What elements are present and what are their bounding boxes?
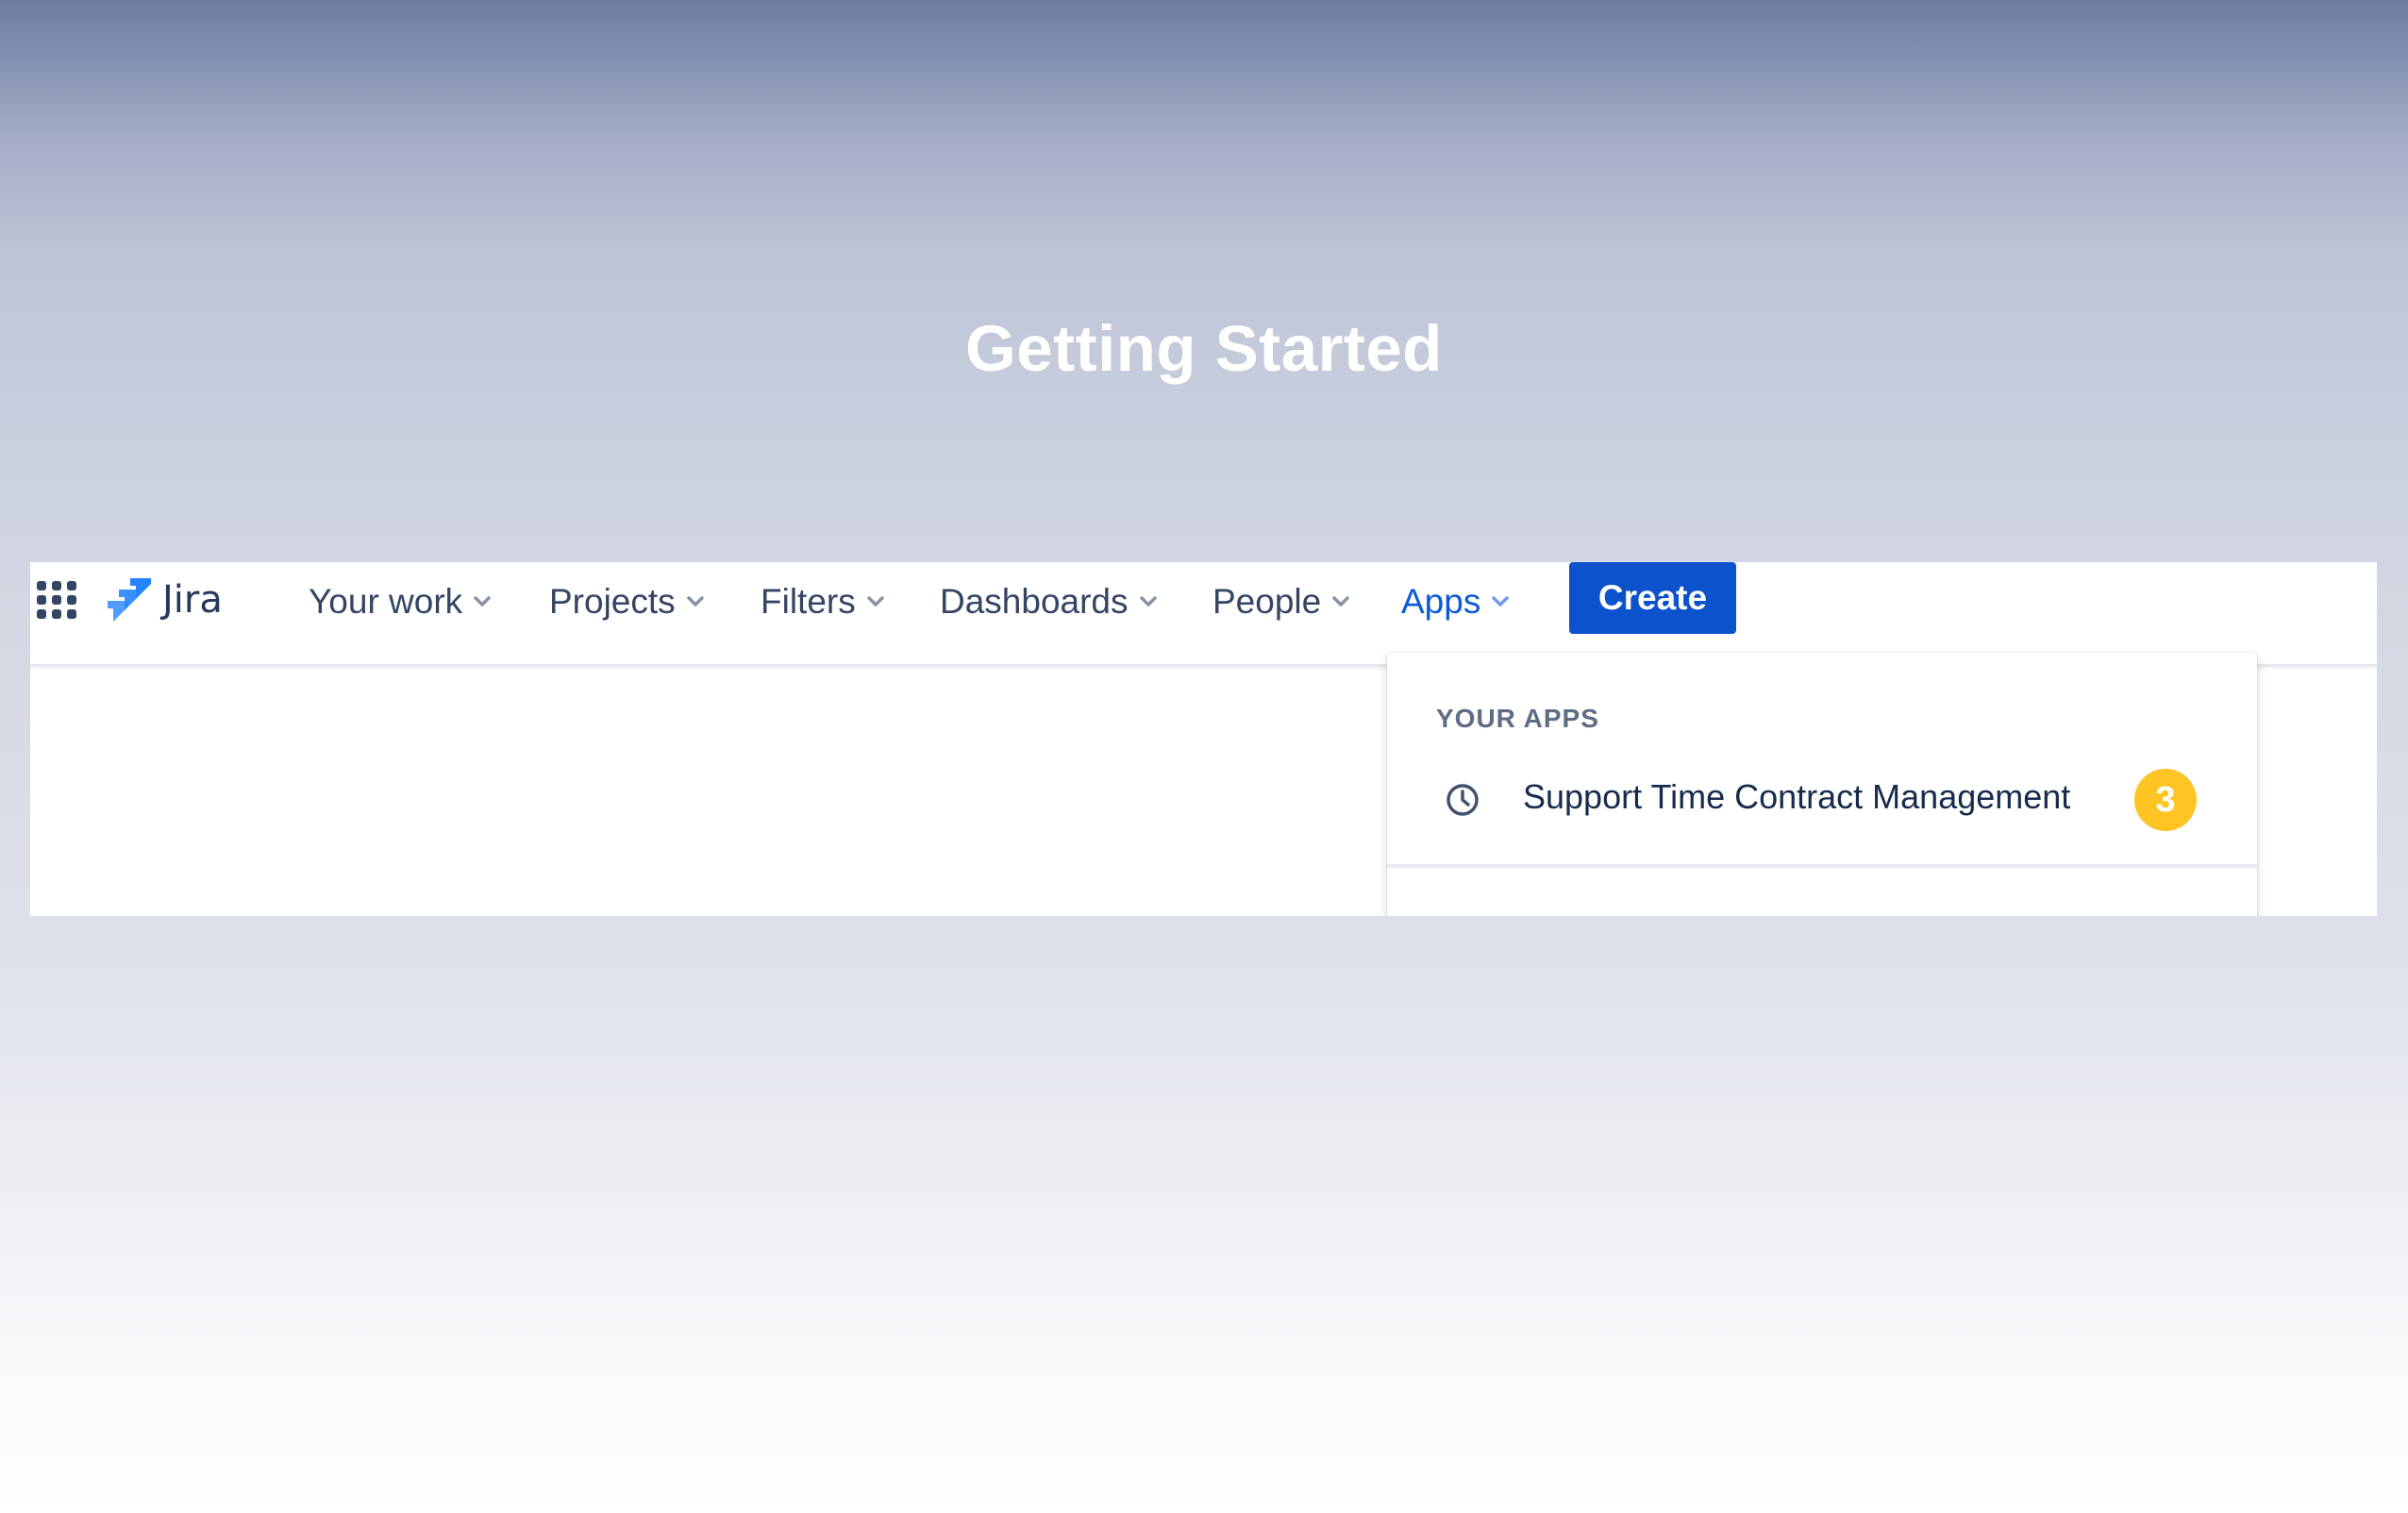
- nav-dashboards[interactable]: Dashboards: [940, 575, 1159, 628]
- logo-text: Jira: [162, 578, 223, 622]
- jira-logo[interactable]: Jira: [106, 572, 223, 628]
- nav-your-work[interactable]: Your work: [309, 575, 493, 628]
- dropdown-divider: [1387, 864, 2257, 868]
- create-button[interactable]: Create: [1569, 562, 1736, 634]
- nav-projects-label: Projects: [549, 582, 676, 621]
- chevron-down-icon: [474, 596, 491, 607]
- app-item-label: Support Time Contract Management: [1523, 777, 2071, 816]
- nav-apps-label: Apps: [1401, 582, 1481, 621]
- chevron-down-icon: [866, 596, 884, 607]
- nav-filters-label: Filters: [761, 582, 856, 621]
- app-item-support-time-contract-management[interactable]: Support Time Contract Management 3: [1387, 756, 2257, 843]
- clock-icon: [1446, 784, 1479, 816]
- chevron-down-icon: [1139, 596, 1157, 607]
- your-apps-heading: YOUR APPS: [1436, 704, 1599, 733]
- nav-your-work-label: Your work: [309, 582, 463, 621]
- app-switcher-button[interactable]: [34, 577, 79, 623]
- nav-people[interactable]: People: [1212, 575, 1351, 628]
- nav-dashboards-label: Dashboards: [940, 582, 1129, 621]
- app-grid-icon: [37, 581, 76, 619]
- notification-count-badge: 3: [2134, 769, 2197, 831]
- jira-logo-icon: [108, 578, 151, 622]
- jira-window: Jira Your work Projects Filters Dashboar…: [30, 562, 2377, 916]
- nav-filters[interactable]: Filters: [761, 575, 886, 628]
- nav-projects[interactable]: Projects: [549, 575, 706, 628]
- chevron-down-icon: [1332, 596, 1349, 607]
- chevron-down-icon: [1492, 596, 1510, 607]
- page-title: Getting Started: [965, 312, 1443, 385]
- apps-dropdown-menu: YOUR APPS Support Time Contract Manageme…: [1387, 653, 2257, 916]
- nav-apps[interactable]: Apps: [1401, 575, 1511, 628]
- top-navigation-bar: Jira Your work Projects Filters Dashboar…: [30, 562, 2377, 667]
- nav-people-label: People: [1212, 582, 1322, 621]
- chevron-down-icon: [686, 596, 704, 607]
